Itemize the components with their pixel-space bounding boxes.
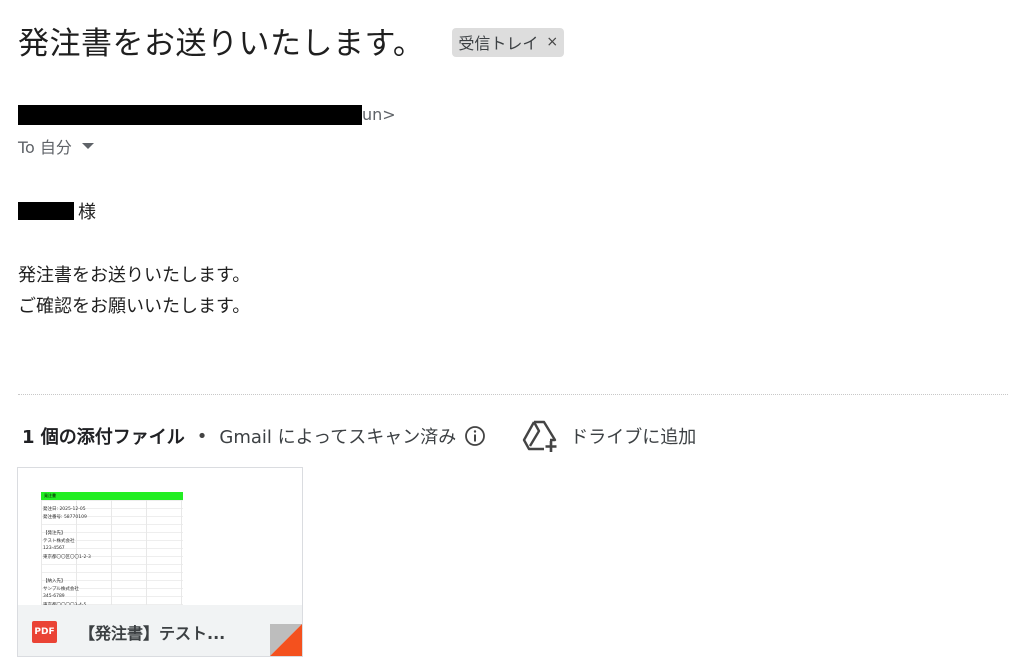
thumbnail-line: 123-4567 xyxy=(43,546,65,551)
greeting-suffix: 様 xyxy=(78,202,96,223)
redacted-name xyxy=(18,202,74,220)
thumbnail-header: 発注書 xyxy=(41,492,183,500)
thumbnail-line: 発注番号: 58770109 xyxy=(43,515,87,520)
thumbnail-line: 345-6789 xyxy=(43,594,65,599)
thumbnail-line: テスト株式会社 xyxy=(43,539,75,544)
recipient-dropdown[interactable]: To 自分 xyxy=(18,134,94,158)
greeting-line: 様 xyxy=(18,198,96,224)
sender-email-suffix: un> xyxy=(362,104,396,124)
body-line-2: ご確認をお願いいたします。 xyxy=(18,296,251,317)
remove-label-icon[interactable]: × xyxy=(546,34,558,50)
thumbnail-line: 東京都〇〇区〇〇1-2-3 xyxy=(43,555,91,560)
sender-row: un> xyxy=(18,103,396,125)
attachments-header: 1 個の添付ファイル • Gmail によってスキャン済み ドライブに追加 xyxy=(22,419,696,453)
inbox-label-chip[interactable]: 受信トレイ × xyxy=(452,28,565,57)
redacted-sender xyxy=(18,105,362,125)
thumbnail-line: サンプル株式会社 xyxy=(43,587,79,592)
thumbnail-grid: 発注日: 2025-12-05 発注番号: 58770109 【発注先】 テスト… xyxy=(41,500,183,612)
page-fold-icon xyxy=(270,624,302,656)
caret-down-icon xyxy=(81,143,94,149)
thumbnail-line: 【発注先】 xyxy=(43,531,66,536)
scan-status: Gmail によってスキャン済み xyxy=(219,427,457,448)
add-to-drive-button[interactable]: ドライブに追加 xyxy=(522,419,696,453)
pdf-file-icon: PDF xyxy=(32,620,57,643)
label-chip-text: 受信トレイ xyxy=(458,34,539,53)
pdf-thumbnail: 発注書 発注日: 2025-12-05 発注番号: 58770109 【発注先】… xyxy=(41,492,183,612)
add-to-drive-label: ドライブに追加 xyxy=(570,427,697,448)
info-icon[interactable] xyxy=(464,425,486,447)
recipient-label: To 自分 xyxy=(18,138,72,157)
attachment-count: 1 個の添付ファイル xyxy=(22,427,185,448)
separator-dot: • xyxy=(196,425,208,447)
thumbnail-line: 【納入先】 xyxy=(43,579,66,584)
attachment-card[interactable]: 発注書 発注日: 2025-12-05 発注番号: 58770109 【発注先】… xyxy=(17,467,303,657)
attachment-filename: 【発注書】テスト... xyxy=(79,623,226,643)
thumbnail-line: 発注日: 2025-12-05 xyxy=(43,507,86,512)
subject-row: 発注書をお送りいたします。 受信トレイ × xyxy=(18,18,565,63)
add-to-drive-icon xyxy=(523,420,557,452)
attachments-divider xyxy=(18,394,1008,395)
email-subject: 発注書をお送りいたします。 xyxy=(18,26,425,62)
body-line-1: 発注書をお送りいたします。 xyxy=(18,265,251,286)
